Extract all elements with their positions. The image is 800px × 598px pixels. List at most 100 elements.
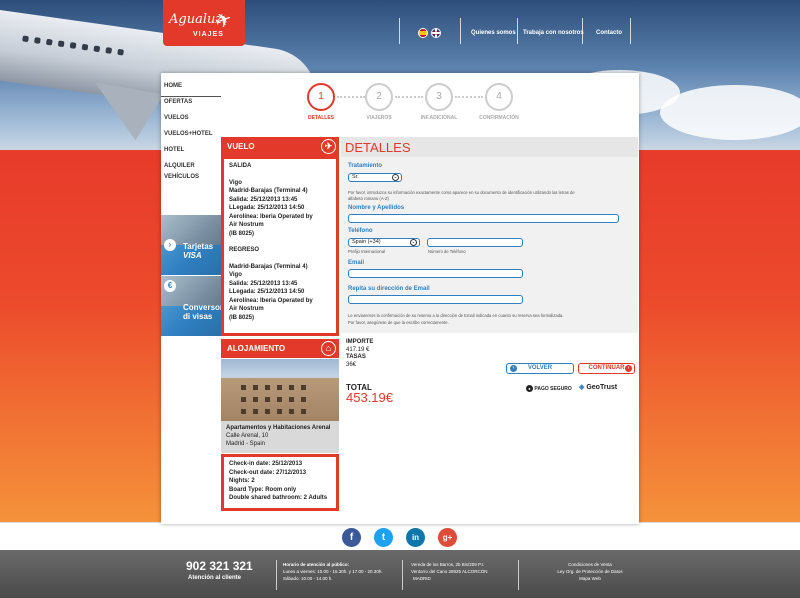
stay-details: Check-in date: 25/12/2013 Check-out date… (221, 454, 339, 511)
footer-link-mapa-web[interactable]: Mapa Web (540, 575, 640, 582)
passenger-form: Tratamiento Sr. ⌄ Por favor, introduzca … (341, 157, 638, 333)
promo-conversor-divisas[interactable]: € Conversor di visas (161, 276, 221, 336)
return-title: REGRESO (229, 247, 260, 253)
back-button[interactable]: ‹ VOLVER (506, 363, 574, 374)
stay-line: Nights: 2 (229, 478, 255, 484)
tasas-label: TASAS (346, 354, 366, 360)
arrow-icon: › (164, 239, 176, 251)
flight-heading: VUELO (227, 142, 255, 151)
hotel-icon: ⌂ (321, 341, 336, 356)
step-label: VIAJEROS (366, 115, 392, 121)
linkedin-icon[interactable]: in (406, 528, 425, 547)
step-label: DETALLES (307, 115, 335, 121)
footer-hours-line: Horario de atención al público: (283, 562, 350, 567)
flight-line: Madrid-Barajas (Terminal 4) (229, 263, 308, 270)
footer-address-line: Ventorro del Cano 28925 ALCORCÓN (411, 569, 488, 574)
flight-line: LLegada: 25/12/2013 14:50 (229, 205, 305, 211)
nav-quienes-somos[interactable]: Quienes somos (471, 30, 516, 36)
lock-icon: ● (526, 385, 533, 392)
twitter-icon[interactable]: t (374, 528, 393, 547)
sidenav-ofertas[interactable]: OFERTAS (161, 97, 221, 113)
email-hint: Por favor, asegúrese de que la escribe c… (348, 320, 449, 325)
step-number: 4 (485, 83, 513, 111)
flight-header: VUELO ✈ (221, 137, 339, 156)
step-label: CONFIRMACIÓN (479, 115, 519, 121)
step-viajeros: 2 VIAJEROS (349, 83, 409, 121)
promo-title: Tarjetas (183, 242, 214, 251)
treatment-select[interactable]: Sr. ⌄ (348, 173, 402, 182)
flight-line: Vigo (229, 272, 242, 278)
continue-button[interactable]: CONTINUAR › (578, 363, 635, 374)
phone-prefix-value: Spain (+34) (352, 239, 381, 245)
phone-prefix-select[interactable]: Spain (+34) ⌄ (348, 238, 420, 247)
google-plus-icon[interactable]: g+ (438, 528, 457, 547)
footer-address: Vereda de los Barros, 2b Bis/209 P.I. Ve… (411, 561, 488, 582)
nav-divider (630, 18, 631, 44)
email-hint: Le enviaremos la confirmación de su rese… (348, 313, 564, 318)
brand-logo[interactable]: Agualuz ✈ VIAJES (163, 0, 245, 46)
english-flag-icon[interactable] (431, 28, 441, 38)
importe-value: 417.19 € (346, 346, 370, 353)
hotel-name: Apartamentos y Habitaciones Arenal (226, 425, 331, 431)
hotel-header: ALOJAMIENTO ⌂ (221, 339, 339, 358)
flight-line: Vigo (229, 179, 242, 186)
nav-trabaja-con-nosotros[interactable]: Trabaja con nosotros (523, 30, 584, 36)
flight-line: Madrid-Barajas (Terminal 4) (229, 188, 308, 194)
footer-link-proteccion-datos[interactable]: Ley Org. de Protección de Datos (540, 568, 640, 575)
nav-divider (517, 18, 518, 44)
continue-button-label: CONTINUAR (588, 365, 625, 371)
footer-hours-line: Sábado: 10.00 - 14.00 h. (283, 576, 333, 581)
back-button-label: VOLVER (527, 365, 553, 371)
step-number: 3 (425, 83, 453, 111)
hotel-address: Madrid - Spain (226, 441, 266, 447)
step-detalles: 1 DETALLES (291, 83, 351, 121)
phone-number-input[interactable] (427, 238, 523, 247)
footer-address-line: MADRID (413, 576, 431, 581)
stay-line: Check-out date: 27/12/2013 (229, 469, 307, 476)
chevron-right-icon: › (625, 365, 632, 372)
footer-hours-line: Lunes a viernes: 10.00 - 15.30h. y 17.00… (283, 569, 383, 574)
spanish-flag-icon[interactable] (418, 28, 428, 38)
footer-divider (402, 560, 403, 590)
price-summary: IMPORTE 417.19 € TASAS 36€ (346, 339, 373, 369)
sidenav-vuelos-hotel[interactable]: VUELOS+HOTEL (161, 129, 221, 145)
footer-phone: 902 321 321 (186, 559, 253, 573)
facebook-icon[interactable]: f (342, 528, 361, 547)
name-input[interactable] (348, 214, 619, 223)
footer-hours: Horario de atención al público: Lunes a … (283, 561, 383, 582)
airplane-icon: ✈ (321, 139, 336, 154)
flight-details: SALIDA Vigo Madrid-Barajas (Terminal 4) … (221, 156, 339, 336)
step-confirmacion: 4 CONFIRMACIÓN (469, 83, 529, 121)
hotel-address: Calle Arenal, 10 (226, 433, 269, 439)
footer-links: Condiciones de Venta Ley Org. de Protecc… (540, 561, 640, 582)
sidenav-hotel[interactable]: HOTEL (161, 145, 221, 161)
promo-tarjetas-visa[interactable]: › Tarjetas VISA (161, 215, 221, 275)
booking-panel: HOME OFERTAS VUELOS VUELOS+HOTEL HOTEL A… (161, 73, 639, 524)
name-label: Nombre y Apellidos (348, 205, 405, 211)
flight-line: LLegada: 25/12/2013 14:50 (229, 289, 305, 295)
booking-steps: 1 DETALLES 2 VIAJEROS 3 INF.ADICIONAL 4 … (291, 83, 521, 125)
euro-icon: € (164, 280, 176, 292)
hotel-photo (221, 359, 339, 421)
number-caption: Número de Teléfono (428, 249, 466, 254)
flight-line: Air Nostrum (229, 222, 264, 228)
social-bar: f t in g+ (0, 522, 800, 550)
nav-contacto[interactable]: Contacto (596, 30, 622, 36)
airplane-wing (86, 82, 164, 144)
promo-title: Conversor (183, 303, 221, 312)
stay-line: Board Type: Room only (229, 486, 297, 493)
email-repeat-input[interactable] (348, 295, 523, 304)
flight-line: Salida: 25/12/2013 13:45 (229, 196, 298, 203)
flight-line: Air Nostrum (229, 306, 264, 312)
importe-label: IMPORTE (346, 339, 374, 345)
sidenav-vuelos[interactable]: VUELOS (161, 113, 221, 129)
phone-label: Teléfono (348, 228, 373, 234)
chevron-left-icon: ‹ (510, 365, 517, 372)
details-title: DETALLES (345, 140, 411, 155)
secure-payment-badge: ● PAGO SEGURO (526, 385, 572, 392)
side-navigation: HOME OFERTAS VUELOS VUELOS+HOTEL HOTEL A… (161, 81, 221, 180)
email-input[interactable] (348, 269, 523, 278)
sidenav-home[interactable]: HOME (161, 81, 221, 97)
footer-link-condiciones[interactable]: Condiciones de Venta (540, 561, 640, 568)
sidenav-alquiler-vehiculos[interactable]: ALQUILER VEHÍCULOS (161, 161, 221, 180)
